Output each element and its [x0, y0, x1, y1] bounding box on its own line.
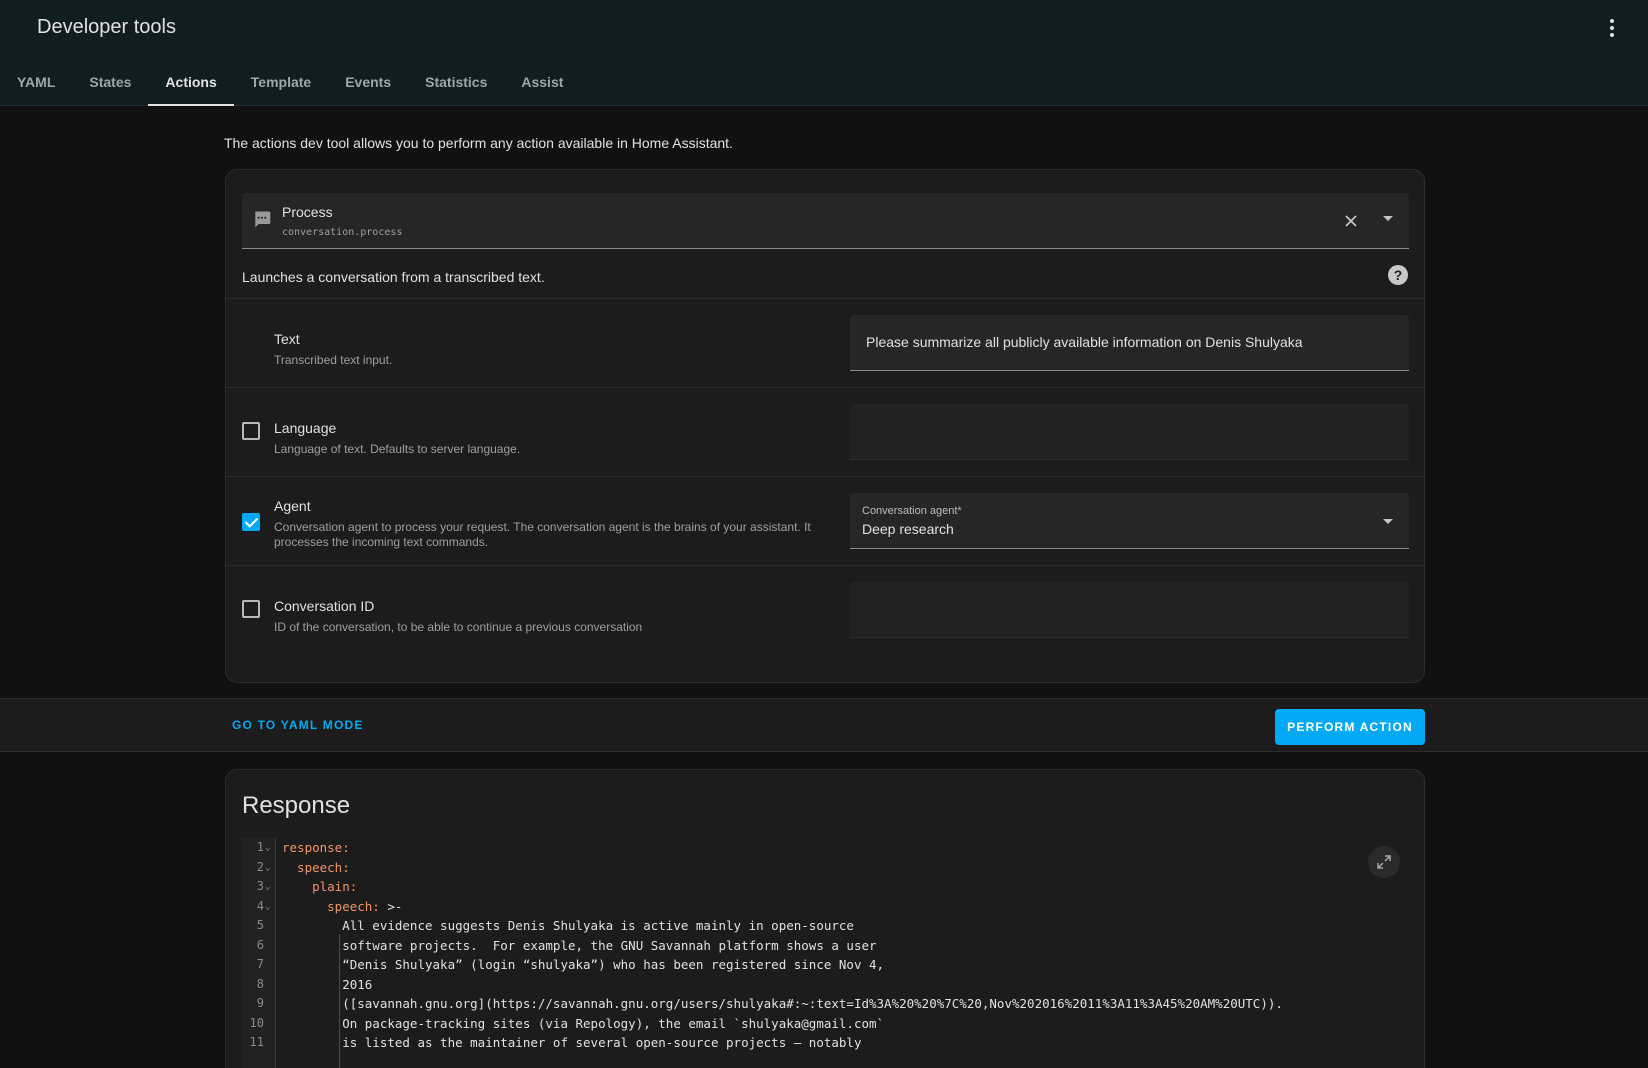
field-description: ID of the conversation, to be able to co… — [274, 620, 643, 634]
language-input[interactable] — [850, 404, 1409, 460]
help-icon[interactable]: ? — [1388, 265, 1408, 285]
code-text: software projects. For example, the GNU … — [282, 937, 877, 953]
agent-checkbox[interactable] — [242, 513, 260, 531]
field-row-language: Language Language of text. Defaults to s… — [226, 387, 1424, 476]
tab-yaml[interactable]: YAML — [0, 58, 72, 106]
code-text: All evidence suggests Denis Shulyaka is … — [282, 918, 854, 933]
perform-action-button[interactable]: PERFORM ACTION — [1275, 709, 1425, 745]
expand-icon[interactable] — [1368, 846, 1400, 878]
select-value: Deep research — [862, 521, 954, 537]
code-text: 2016 — [282, 976, 373, 992]
field-row-agent: Agent Conversation agent to process your… — [226, 476, 1424, 565]
tab-states[interactable]: States — [72, 58, 148, 106]
line-number: 4 — [256, 898, 264, 913]
action-card: Process conversation.process Launches a … — [225, 169, 1425, 683]
tab-statistics[interactable]: Statistics — [408, 58, 504, 106]
action-bar: GO TO YAML MODE PERFORM ACTION — [0, 698, 1648, 752]
code-text: response: — [282, 840, 350, 855]
fullscreen-icon — [1377, 855, 1391, 869]
overflow-menu-icon[interactable] — [1598, 14, 1626, 42]
field-description: Conversation agent to process your reque… — [274, 520, 811, 549]
conversation-id-input[interactable] — [850, 582, 1409, 638]
conversation-agent-select[interactable]: Conversation agent* Deep research — [850, 493, 1409, 549]
line-number: 5 — [256, 918, 264, 932]
tab-template[interactable]: Template — [234, 58, 328, 106]
field-label: Agent — [274, 498, 311, 514]
field-description: Language of text. Defaults to server lan… — [274, 442, 521, 456]
tab-bar: YAML States Actions Template Events Stat… — [0, 58, 580, 106]
line-number: 8 — [256, 976, 264, 991]
text-input-value: Please summarize all publicly available … — [866, 334, 1303, 350]
line-number: 11 — [249, 1035, 264, 1049]
line-number: 3 — [256, 879, 264, 893]
code-text: On package-tracking sites (via Repology)… — [282, 1015, 885, 1031]
close-icon[interactable] — [1341, 211, 1361, 231]
code-text: ([savannah.gnu.org](https://savannah.gnu… — [282, 996, 1283, 1011]
code-text: is listed as the maintainer of several o… — [282, 1035, 862, 1050]
field-row-text: Text Transcribed text input. Please summ… — [226, 298, 1424, 387]
chevron-down-icon[interactable] — [1383, 216, 1393, 221]
language-checkbox[interactable] — [242, 422, 260, 440]
chevron-down-icon[interactable] — [1383, 519, 1393, 524]
line-number: 6 — [256, 937, 264, 952]
code-text: “Denis Shulyaka” (login “shulyaka”) who … — [282, 957, 885, 972]
line-number: 7 — [256, 957, 264, 971]
fold-chevron-icon[interactable]: ⌄ — [265, 839, 270, 859]
code-text: speech: — [282, 859, 350, 875]
action-id: conversation.process — [282, 227, 403, 238]
app-header: Developer tools YAML States Actions Temp… — [0, 0, 1648, 106]
message-processing-icon — [255, 211, 271, 228]
conversation-id-checkbox[interactable] — [242, 600, 260, 618]
field-label: Language — [274, 420, 337, 436]
response-title: Response — [242, 792, 351, 819]
tab-assist[interactable]: Assist — [504, 58, 580, 106]
action-picker[interactable]: Process conversation.process — [242, 193, 1409, 249]
code-text: plain: — [282, 879, 358, 894]
line-number: 1 — [256, 840, 264, 854]
intro-text: The actions dev tool allows you to perfo… — [224, 135, 733, 151]
go-to-yaml-mode-button[interactable]: GO TO YAML MODE — [232, 718, 364, 732]
field-label: Text — [274, 331, 300, 347]
fold-chevron-icon[interactable]: ⌄ — [265, 898, 270, 918]
field-label: Conversation ID — [274, 598, 375, 614]
tab-actions[interactable]: Actions — [148, 58, 235, 106]
field-row-conversation-id: Conversation ID ID of the conversation, … — [226, 565, 1424, 654]
page-title: Developer tools — [37, 16, 176, 38]
fold-chevron-icon[interactable]: ⌄ — [265, 878, 270, 898]
response-card: Response 1 ⌄ response: 2 ⌄ speech: 3 ⌄ plain: 4… — [225, 769, 1425, 1068]
line-number: 2 — [256, 859, 264, 874]
line-number: 9 — [256, 996, 264, 1010]
line-number: 10 — [249, 1015, 264, 1030]
action-name: Process — [282, 204, 333, 220]
fold-chevron-icon[interactable]: ⌄ — [265, 859, 270, 879]
tab-events[interactable]: Events — [328, 58, 408, 106]
code-text: speech: >- — [282, 898, 403, 914]
field-description: Transcribed text input. — [274, 353, 393, 367]
text-input[interactable]: Please summarize all publicly available … — [850, 315, 1409, 371]
action-description: Launches a conversation from a transcrib… — [242, 269, 545, 285]
select-label: Conversation agent* — [862, 505, 962, 517]
